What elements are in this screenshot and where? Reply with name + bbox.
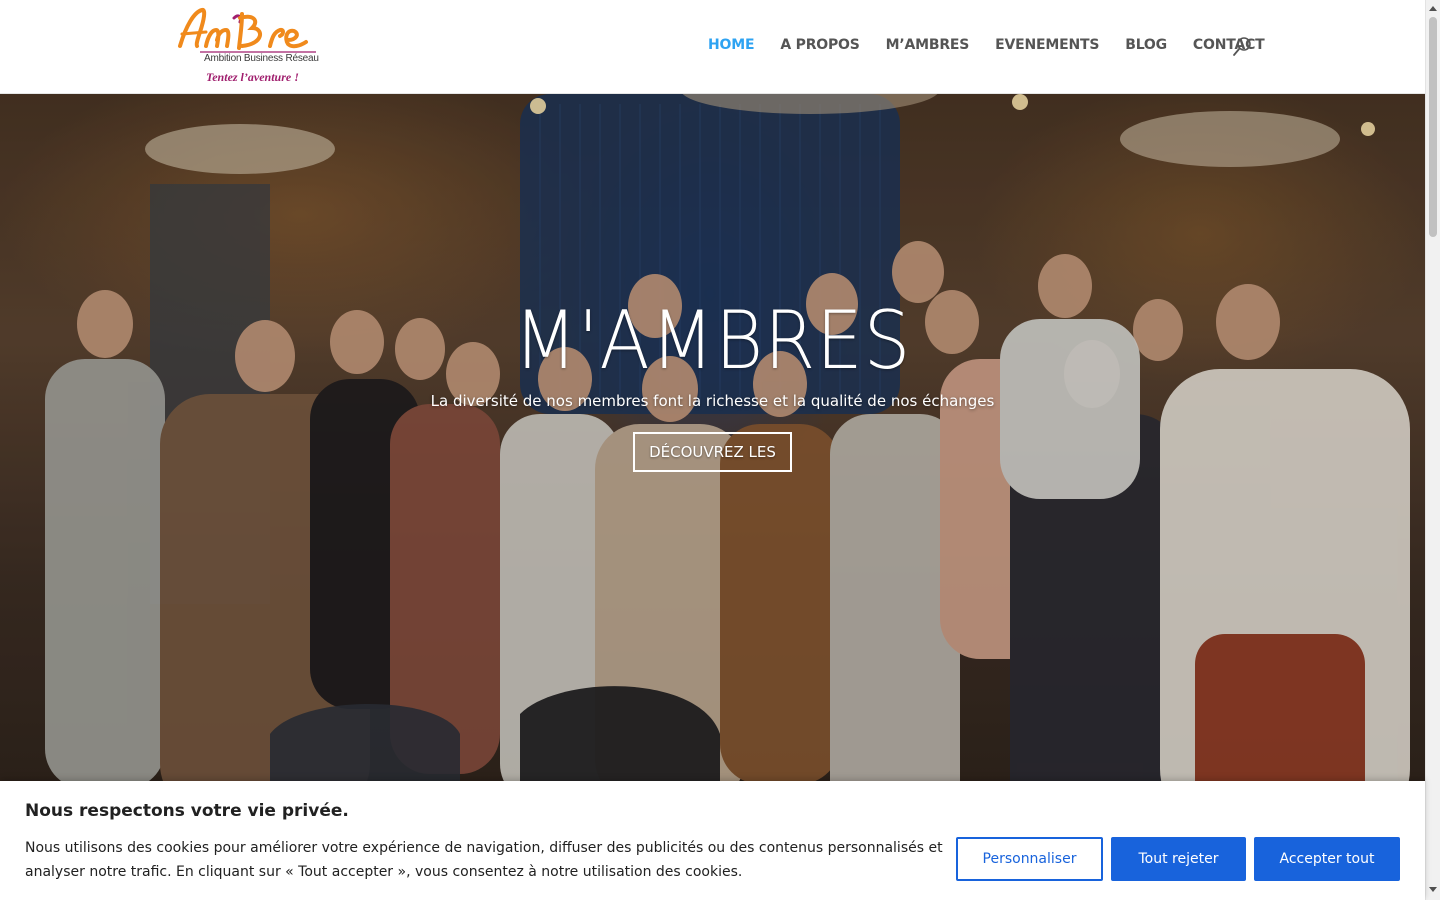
nav-item-a-propos[interactable]: A PROPOS bbox=[780, 37, 859, 53]
hero-title: M'AMBRES bbox=[513, 294, 912, 387]
cookie-banner-text: Nous utilisons des cookies pour améliore… bbox=[25, 840, 943, 880]
accept-all-cookies-button[interactable]: Accepter tout bbox=[1254, 837, 1400, 881]
page-scrollbar[interactable] bbox=[1425, 0, 1440, 900]
hero-subtitle: La diversité de nos membres font la rich… bbox=[430, 392, 995, 410]
hero-section: M'AMBRES La diversité de nos membres fon… bbox=[0, 94, 1425, 900]
reject-all-cookies-button[interactable]: Tout rejeter bbox=[1111, 837, 1246, 881]
logo-wordmark-icon bbox=[178, 8, 316, 53]
discover-button[interactable]: DÉCOUVREZ LES bbox=[633, 432, 792, 472]
cookie-banner-title: Nous respectons votre vie privée. bbox=[25, 801, 349, 821]
logo-tagline: Ambition Business Réseau bbox=[204, 53, 319, 64]
site-logo[interactable]: Ambition Business Réseau Tentez l’aventu… bbox=[176, 6, 322, 90]
scrollbar-thumb[interactable] bbox=[1429, 17, 1437, 237]
nav-item-mambres[interactable]: M’AMBRES bbox=[886, 37, 970, 53]
search-button[interactable] bbox=[1232, 36, 1252, 58]
search-icon bbox=[1233, 37, 1251, 56]
customize-cookies-button[interactable]: Personnaliser bbox=[956, 837, 1103, 881]
logo-slogan: Tentez l’aventure ! bbox=[206, 70, 299, 84]
cookie-consent-banner: Nous respectons votre vie privée. Nous u… bbox=[0, 781, 1425, 900]
main-nav: HOME A PROPOS M’AMBRES EVENEMENTS BLOG C… bbox=[708, 37, 1291, 53]
site-header: Ambition Business Réseau Tentez l’aventu… bbox=[0, 0, 1425, 94]
nav-item-evenements[interactable]: EVENEMENTS bbox=[995, 37, 1099, 53]
scroll-up-arrow-icon[interactable] bbox=[1429, 6, 1437, 11]
nav-item-blog[interactable]: BLOG bbox=[1125, 37, 1167, 53]
scroll-down-arrow-icon[interactable] bbox=[1429, 887, 1437, 892]
nav-item-home[interactable]: HOME bbox=[708, 37, 755, 53]
hero-overlay bbox=[0, 94, 1425, 900]
nav-item-contact[interactable]: CONTACT bbox=[1193, 37, 1265, 53]
